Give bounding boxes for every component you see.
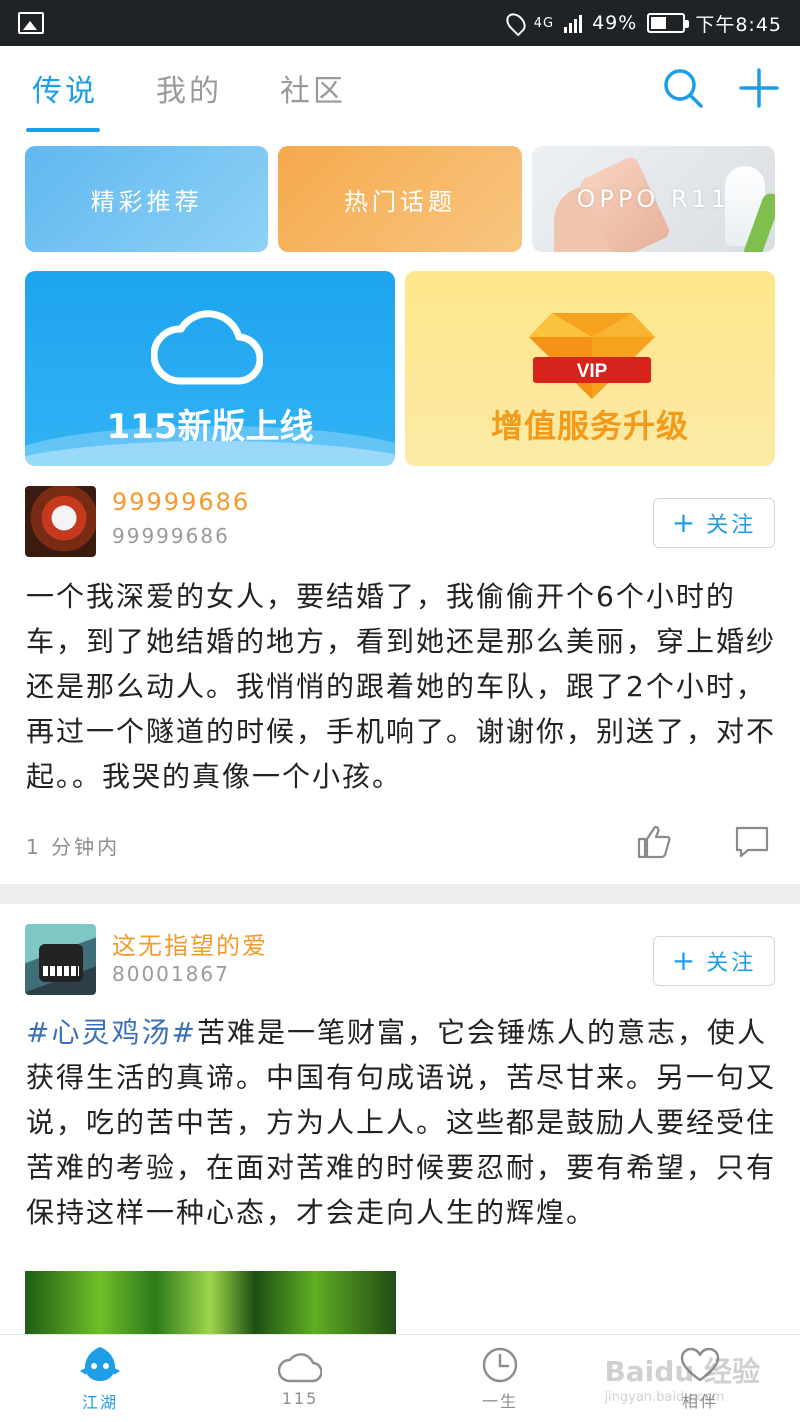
jianghu-icon <box>80 1346 120 1381</box>
post-username[interactable]: 这无指望的爱 <box>112 926 268 961</box>
banner-115-label: 115新版上线 <box>106 407 314 447</box>
like-icon[interactable] <box>636 824 672 864</box>
avatar-face <box>39 944 83 982</box>
banner-115-new[interactable]: 115新版上线 <box>25 271 395 466</box>
post-user-id: 80001867 <box>112 962 230 986</box>
banner-oppo-ad[interactable]: OPPO R11 <box>531 146 775 252</box>
status-right: 4G 49% 下午8:45 <box>502 9 782 37</box>
post-image[interactable] <box>25 1271 396 1341</box>
cloud-icon <box>278 1353 322 1383</box>
follow-button[interactable]: + 关注 <box>653 498 775 548</box>
banner-vip-upgrade[interactable]: VIP 增值服务升级 <box>405 271 775 466</box>
plus-icon: + <box>671 944 699 977</box>
post-hashtag[interactable]: #心灵鸡汤# <box>26 1016 197 1049</box>
nav-label: 115 <box>281 1389 319 1408</box>
signal-icon <box>564 13 583 33</box>
post-time: 1 分钟内 <box>26 835 121 859</box>
status-bar: 4G 49% 下午8:45 <box>0 0 800 46</box>
nav-label: 江湖 <box>81 1392 118 1412</box>
post-username[interactable]: 99999686 <box>112 488 250 516</box>
search-icon[interactable] <box>660 65 706 111</box>
tab-shequ[interactable]: 社区 <box>280 66 346 110</box>
diamond-vip-icon: VIP <box>529 313 655 399</box>
follow-label: 关注 <box>706 513 757 538</box>
nav-yisheng[interactable]: 一生 <box>400 1335 600 1422</box>
big-banner-row: 115新版上线 VIP 增值服务升级 <box>25 271 775 466</box>
nav-label: 一生 <box>481 1391 518 1411</box>
avatar[interactable] <box>25 924 96 995</box>
comment-icon[interactable] <box>734 824 770 864</box>
post-user-id: 99999686 <box>112 524 230 548</box>
nav-jianghu[interactable]: 江湖 <box>0 1335 200 1422</box>
location-icon <box>502 9 530 37</box>
tab-wode[interactable]: 我的 <box>156 66 222 110</box>
watermark: Baidu 经验 jingyan.baidu.com <box>604 1350 760 1405</box>
cloud-icon <box>151 310 263 385</box>
watermark-url: jingyan.baidu.com <box>604 1390 725 1405</box>
image-notification-icon <box>18 12 44 34</box>
small-banner-row: 精彩推荐 热门话题 OPPO R11 <box>25 146 775 252</box>
banner-hot-topics-label: 热门话题 <box>343 187 456 216</box>
watermark-brand: Baidu 经验 <box>604 1355 760 1388</box>
avatar[interactable] <box>25 486 96 557</box>
top-tabs: 传说 我的 社区 <box>0 46 800 132</box>
follow-label: 关注 <box>706 951 757 976</box>
vip-badge: VIP <box>577 361 608 382</box>
post-content: 一个我深爱的女人，要结婚了，我偷偷开个6个小时的车，到了她结婚的地方，看到她还是… <box>26 580 777 793</box>
battery-percent: 49% <box>592 12 638 34</box>
clock-time: 下午8:45 <box>695 13 782 36</box>
plus-icon: + <box>671 506 699 539</box>
follow-button[interactable]: + 关注 <box>653 936 775 986</box>
battery-icon <box>647 13 690 33</box>
plus-icon[interactable] <box>736 65 782 111</box>
tab-chuanshuo[interactable]: 传说 <box>26 66 100 132</box>
banner-oppo-label: OPPO R11 <box>576 185 731 213</box>
banner-hot-topics[interactable]: 热门话题 <box>278 146 522 252</box>
clock-icon <box>482 1347 518 1382</box>
avatar-teeth <box>43 966 79 976</box>
banner-vip-label: 增值服务升级 <box>490 407 689 445</box>
network-type: 4G <box>533 15 555 31</box>
post-divider <box>0 884 800 904</box>
post-content: #心灵鸡汤#苦难是一笔财富，它会锤炼人的意志，使人获得生活的真谛。中国有句成语说… <box>26 1010 776 1235</box>
banner-featured-label: 精彩推荐 <box>90 187 203 216</box>
nav-115[interactable]: 115 <box>200 1335 400 1422</box>
banner-featured[interactable]: 精彩推荐 <box>25 146 269 252</box>
